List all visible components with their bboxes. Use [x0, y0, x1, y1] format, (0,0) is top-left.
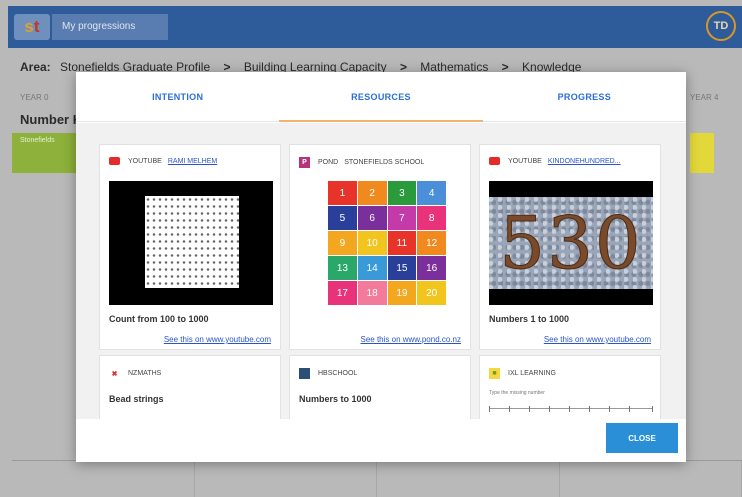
- top-bar: st My progressions TD: [8, 6, 742, 48]
- ixl-icon: ■: [489, 368, 500, 379]
- number-tile: 13: [328, 256, 357, 280]
- card-title: Numbers to 1000: [299, 394, 372, 404]
- number-tile: 3: [387, 181, 417, 205]
- bead-frame-image: [145, 196, 239, 288]
- source-name: YOUTUBE: [508, 157, 542, 165]
- ixl-prompt: Type the missing number: [489, 390, 545, 396]
- number-tile: 7: [387, 206, 417, 230]
- resource-card[interactable]: ✖ NZMATHS Bead strings: [99, 355, 281, 419]
- number-tile: 18: [357, 281, 387, 305]
- number-tile: 14: [357, 256, 387, 280]
- area-label: Area:: [20, 60, 51, 74]
- progression-cell-yellow[interactable]: [690, 133, 714, 173]
- number-tile: 6: [357, 206, 387, 230]
- resource-card[interactable]: ■ IXL LEARNING Type the missing number: [479, 355, 661, 419]
- background-grid: [12, 460, 742, 497]
- source-name: YOUTUBE: [128, 157, 162, 165]
- number-tile-grid: 1 2 3 4 5 6 7 8 9 10 11 12 13 14 15 16 17 18 19 20: [328, 181, 446, 305]
- video-thumbnail[interactable]: 530: [489, 181, 653, 305]
- external-link[interactable]: See this on www.youtube.com: [544, 335, 651, 344]
- youtube-icon: [489, 157, 500, 165]
- card-source: P POND STONEFIELDS SCHOOL: [299, 157, 424, 168]
- hbschool-icon: [299, 368, 310, 379]
- card-source: YOUTUBE RAMI MELHEM: [109, 157, 217, 165]
- user-avatar[interactable]: TD: [706, 11, 736, 41]
- close-button[interactable]: CLOSE: [606, 423, 678, 453]
- number-tile: 11: [387, 231, 417, 255]
- number-tile: 10: [357, 231, 387, 255]
- pond-icon: P: [299, 157, 310, 168]
- resource-card[interactable]: HBSCHOOL Numbers to 1000: [289, 355, 471, 419]
- youtube-icon: [109, 157, 120, 165]
- video-thumbnail[interactable]: [109, 181, 273, 305]
- resources-modal: INTENTION RESOURCES PROGRESS YOUTUBE RAM…: [76, 72, 686, 462]
- progression-cell-text: Stonefields: [20, 137, 55, 144]
- modal-footer: CLOSE: [76, 419, 686, 462]
- card-source: ✖ NZMATHS: [109, 368, 161, 379]
- app-logo[interactable]: st: [14, 14, 50, 40]
- number-tile: 1: [328, 181, 357, 205]
- modal-tabs: INTENTION RESOURCES PROGRESS: [76, 72, 686, 122]
- stone-numbers-image: 530: [489, 197, 653, 289]
- source-name: POND: [318, 159, 339, 166]
- number-tile: 2: [357, 181, 387, 205]
- resource-card[interactable]: YOUTUBE KINDONEHUNDRED... 530 Numbers 1 …: [479, 144, 661, 350]
- progression-cell[interactable]: Stonefields: [12, 133, 76, 173]
- number-tile: 9: [328, 231, 357, 255]
- pond-thumbnail[interactable]: 1 2 3 4 5 6 7 8 9 10 11 12 13 14 15 16 17 18 19 20: [299, 181, 463, 305]
- number-tile: 5: [328, 206, 357, 230]
- card-source: YOUTUBE KINDONEHUNDRED...: [489, 157, 621, 165]
- number-tile: 16: [417, 256, 446, 280]
- number-tile: 19: [387, 281, 417, 305]
- house-number: 530: [499, 201, 643, 286]
- author-link[interactable]: KINDONEHUNDRED...: [548, 158, 621, 165]
- resource-card[interactable]: P POND STONEFIELDS SCHOOL 1 2 3 4 5 6 7 8 9 10 11 1…: [289, 144, 471, 350]
- source-name: NZMATHS: [128, 370, 162, 377]
- year-label-right: YEAR 4: [690, 93, 719, 102]
- source-name: IXL LEARNING: [508, 370, 556, 377]
- nzmaths-icon: ✖: [109, 368, 120, 379]
- external-link[interactable]: See this on www.youtube.com: [164, 335, 271, 344]
- card-source: ■ IXL LEARNING: [489, 368, 556, 379]
- number-tile: 8: [417, 206, 446, 230]
- resources-list: YOUTUBE RAMI MELHEM Count from 100 to 10…: [76, 123, 686, 419]
- number-tile: 15: [387, 256, 417, 280]
- tab-resources[interactable]: RESOURCES: [279, 72, 483, 122]
- number-tile: 4: [417, 181, 446, 205]
- subject-heading: Number K: [20, 112, 83, 127]
- card-source: HBSCHOOL: [299, 368, 357, 379]
- tab-progress[interactable]: PROGRESS: [483, 72, 686, 121]
- card-title: Count from 100 to 1000: [109, 314, 209, 324]
- external-link[interactable]: See this on www.pond.co.nz: [360, 335, 461, 344]
- tab-intention[interactable]: INTENTION: [76, 72, 279, 121]
- number-line-image: [489, 406, 653, 419]
- author-link[interactable]: RAMI MELHEM: [168, 158, 217, 165]
- source-name: HBSCHOOL: [318, 370, 358, 377]
- author-name: STONEFIELDS SCHOOL: [344, 159, 425, 166]
- my-progressions-nav[interactable]: My progressions: [52, 14, 168, 40]
- year-label-left: YEAR 0: [20, 93, 49, 102]
- card-title: Bead strings: [109, 394, 164, 404]
- card-title: Numbers 1 to 1000: [489, 314, 570, 324]
- number-tile: 12: [417, 231, 446, 255]
- resource-card[interactable]: YOUTUBE RAMI MELHEM Count from 100 to 10…: [99, 144, 281, 350]
- number-tile: 20: [417, 281, 446, 305]
- number-tile: 17: [328, 281, 357, 305]
